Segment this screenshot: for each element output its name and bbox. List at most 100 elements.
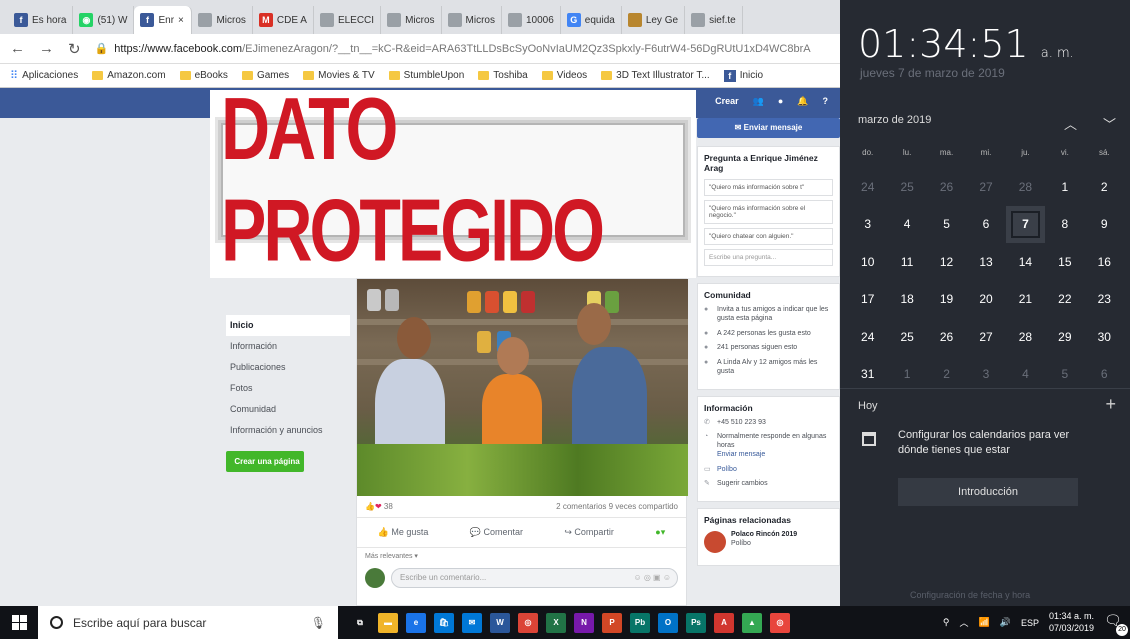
browser-tab[interactable]: ◉ (51) W xyxy=(73,6,135,34)
calendar-day[interactable]: 24 xyxy=(848,168,887,206)
long-date[interactable]: jueves 7 de marzo de 2019 xyxy=(860,66,1005,80)
reaction-count[interactable]: 👍❤ 38 xyxy=(365,502,393,511)
date-time-settings-link[interactable]: Configuración de fecha y hora xyxy=(910,590,1030,600)
suggested-question[interactable]: "Quiero chatear con alguien." xyxy=(704,228,833,245)
calendar-day[interactable]: 28 xyxy=(1006,168,1045,206)
audience-icon[interactable]: ●▾ xyxy=(655,527,665,538)
calendar-day[interactable]: 17 xyxy=(848,281,887,319)
back-icon[interactable]: ← xyxy=(10,40,25,57)
people-icon[interactable]: ⚲ xyxy=(943,617,950,628)
browser-tab[interactable]: Micros xyxy=(192,6,253,34)
fb-nav-item[interactable]: Crear xyxy=(715,96,739,107)
url-field[interactable]: 🔒 https://www.facebook.com/EJimenezArago… xyxy=(95,42,830,56)
calendar-day[interactable]: 28 xyxy=(1006,318,1045,356)
start-button[interactable] xyxy=(0,606,38,639)
calendar-day[interactable]: 6 xyxy=(966,206,1005,244)
language-indicator[interactable]: ESP xyxy=(1021,618,1039,628)
chevron-up-icon[interactable]: ︿ xyxy=(1064,114,1077,133)
suggested-question[interactable]: "Quiero más información sobre el negocio… xyxy=(704,200,833,224)
comment-button[interactable]: 💬 Comentar xyxy=(470,527,523,538)
calendar-day[interactable]: 26 xyxy=(927,318,966,356)
calendar-day[interactable]: 29 xyxy=(1045,318,1084,356)
browser-tab[interactable]: Gequida xyxy=(561,6,622,34)
like-button[interactable]: 👍 Me gusta xyxy=(378,527,429,538)
community-text[interactable]: Invita a tus amigos a indicar que les gu… xyxy=(717,306,833,324)
acrobat-icon[interactable]: A xyxy=(714,612,734,633)
edge-icon[interactable]: e xyxy=(406,612,426,633)
task-view-icon[interactable]: ⧉ xyxy=(350,612,370,633)
calendar-day[interactable]: 22 xyxy=(1045,281,1084,319)
calendar-day-today[interactable]: 7 xyxy=(1005,205,1046,243)
fb-nav-item[interactable]: 🔔 xyxy=(797,96,808,107)
calendar-day[interactable]: 10 xyxy=(848,243,887,281)
calendar-day[interactable]: 25 xyxy=(887,318,926,356)
calendar-day[interactable]: 14 xyxy=(1006,243,1045,281)
calendar-day[interactable]: 15 xyxy=(1045,243,1084,281)
tray-clock[interactable]: 01:34 a. m. 07/03/2019 xyxy=(1049,611,1094,634)
store-icon[interactable]: 🛍 xyxy=(434,612,454,633)
page-nav-item[interactable]: Inicio xyxy=(226,315,350,336)
fb-nav-item[interactable]: 👥 xyxy=(753,96,764,107)
forward-icon[interactable]: → xyxy=(39,40,54,57)
related-page-avatar[interactable] xyxy=(704,531,726,553)
calendar-day[interactable]: 16 xyxy=(1085,243,1124,281)
show-hidden-icon[interactable]: ︿ xyxy=(959,616,968,629)
network-icon[interactable]: 📶 xyxy=(979,617,990,628)
chevron-down-icon[interactable]: ﹀ xyxy=(1103,114,1116,133)
calendar-day[interactable]: 27 xyxy=(966,168,1005,206)
suggest-changes-link[interactable]: Sugerir cambios xyxy=(717,480,768,489)
calendar-day[interactable]: 23 xyxy=(1085,281,1124,319)
browser-tab[interactable]: Ley Ge xyxy=(622,6,686,34)
write-question-input[interactable]: Escribe una pregunta... xyxy=(704,249,833,266)
post-photo[interactable] xyxy=(357,279,688,496)
browser-tab[interactable]: 10006 xyxy=(502,6,561,34)
related-page-name[interactable]: Polaco Rincón 2019 xyxy=(731,531,797,538)
calendar-day[interactable]: 21 xyxy=(1006,281,1045,319)
browser-tab[interactable]: Micros xyxy=(381,6,442,34)
comments-shares-count[interactable]: 2 comentarios 9 veces compartido xyxy=(556,502,678,511)
calendar-day[interactable]: 24 xyxy=(848,318,887,356)
info-send-message-link[interactable]: Enviar mensaje xyxy=(717,451,765,458)
calendar-day[interactable]: 18 xyxy=(887,281,926,319)
comment-input[interactable]: Escribe un comentario... ☺ ◎ ▣ ☺ xyxy=(391,568,678,588)
close-icon[interactable]: × xyxy=(178,15,184,26)
calendar-day[interactable]: 20 xyxy=(966,281,1005,319)
page-nav-item[interactable]: Publicaciones xyxy=(226,357,350,378)
suggested-question[interactable]: "Quiero más información sobre t" xyxy=(704,179,833,196)
browser-tab[interactable]: sief.te xyxy=(685,6,744,34)
calendar-day[interactable]: 1 xyxy=(1045,168,1084,206)
page-nav-item[interactable]: Comunidad xyxy=(226,399,350,420)
send-message-button[interactable]: ✉ Enviar mensaje xyxy=(697,118,840,138)
reload-icon[interactable]: ↻ xyxy=(68,40,81,58)
calendar-day[interactable]: 27 xyxy=(966,318,1005,356)
browser-tab[interactable]: M CDE A xyxy=(253,6,314,34)
calendar-day[interactable]: 5 xyxy=(927,206,966,244)
month-label[interactable]: marzo de 2019 xyxy=(858,114,931,133)
publisher2-icon[interactable]: Ps xyxy=(686,612,706,633)
calendar-day[interactable]: 26 xyxy=(927,168,966,206)
calendar-day[interactable]: 13 xyxy=(966,243,1005,281)
publisher-icon[interactable]: Pb xyxy=(630,612,650,633)
outlook-icon[interactable]: O xyxy=(658,612,678,633)
taskbar-search[interactable]: Escribe aquí para buscar 🎙 xyxy=(38,606,338,639)
calendar-day[interactable]: 9 xyxy=(1085,206,1124,244)
excel-icon[interactable]: X xyxy=(546,612,566,633)
calendar-day[interactable]: 19 xyxy=(927,281,966,319)
share-button[interactable]: ↪ Compartir xyxy=(564,527,614,538)
volume-icon[interactable]: 🔊 xyxy=(1000,617,1011,628)
word-icon[interactable]: W xyxy=(490,612,510,633)
calendar-day[interactable]: 3 xyxy=(848,206,887,244)
browser-tab[interactable]: f Enr × xyxy=(134,6,193,34)
chrome-icon[interactable]: ◎ xyxy=(518,612,538,633)
browser-tab[interactable]: ELECCI xyxy=(314,6,382,34)
bookmark-item[interactable]: ⠿ Aplicaciones xyxy=(10,69,78,82)
intro-button[interactable]: Introducción xyxy=(898,478,1078,506)
bookmark-item[interactable]: Amazon.com xyxy=(92,70,166,81)
microphone-icon[interactable]: 🎙 xyxy=(311,616,326,630)
chrome2-icon[interactable]: ◎ xyxy=(770,612,790,633)
onenote-icon[interactable]: N xyxy=(574,612,594,633)
fb-nav-item[interactable]: ● xyxy=(778,96,783,107)
page-nav-item[interactable]: Información y anuncios xyxy=(226,420,350,441)
calendar-day[interactable]: 11 xyxy=(887,243,926,281)
add-event-icon[interactable]: + xyxy=(1105,394,1116,415)
